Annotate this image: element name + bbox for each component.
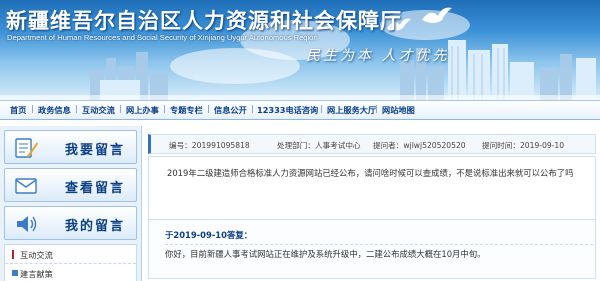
mail-envelope-icon (15, 178, 37, 194)
sidebar: 我要留言 查看留言 我的留言 互动交流 建言献策 (0, 126, 142, 281)
sidebar-item-label: 建言献策 (20, 269, 53, 279)
nav-separator: | (31, 103, 34, 113)
question-text: 2019年二级建造师合格标准人力资源网站已经公布，请问啥时候可以查成绩，不是说标… (167, 168, 574, 178)
list-marker (12, 250, 14, 259)
view-messages-button[interactable]: 查看留言 (4, 168, 137, 202)
city-skyline-image (0, 40, 600, 100)
sidebar-item-label: 互动交流 (20, 250, 53, 260)
my-messages-button[interactable]: 我的留言 (4, 206, 137, 240)
pencil-notepad-icon (15, 138, 38, 158)
site-title: 新疆维吾尔自治区人力资源和社会保障厅 (6, 9, 402, 33)
nav-separator: | (163, 103, 166, 113)
banner-slogan: 民生为本 人才优先 (306, 48, 450, 64)
nav-separator: | (375, 103, 378, 113)
site-subtitle: Department of Human Resources and Social… (7, 33, 318, 42)
my-messages-label: 我的留言 (65, 219, 126, 234)
nav-info-disclosure[interactable]: 信息公开 (214, 104, 247, 116)
nav-separator: | (207, 103, 210, 113)
question-author: 提问者：wjlwj520520520 (373, 141, 466, 150)
nav-government-info[interactable]: 政务信息 (38, 104, 71, 116)
nav-12333-hotline[interactable]: 12333电话咨询 (257, 104, 318, 116)
nav-special-topics[interactable]: 专题专栏 (170, 104, 203, 116)
main-navigation: 首页 | 政务信息 | 互动交流 | 网上办事 | 专题专栏 | 信息公开 | … (0, 100, 600, 120)
nav-separator: | (320, 103, 323, 113)
question-panel: 2019年二级建造师合格标准人力资源网站已经公布，请问啥时候可以查成绩，不是说标… (148, 156, 596, 226)
nav-interaction[interactable]: 互动交流 (82, 104, 115, 116)
list-bullet (12, 270, 18, 276)
message-detail: 编号：201991095818 处理部门：人事考试中心 提问者：wjlwj520… (148, 126, 596, 281)
message-meta-bar: 编号：201991095818 处理部门：人事考试中心 提问者：wjlwj520… (148, 134, 596, 154)
nav-service-hall[interactable]: 网上服务大厅 (327, 104, 376, 116)
answer-panel: 于2019-09-10答复： 你好，目前新疆人事考试网站正在维护及系统升级中，二… (148, 219, 596, 279)
nav-site-map[interactable]: 网站地图 (382, 104, 415, 116)
nav-online-service[interactable]: 网上办事 (126, 104, 159, 116)
question-date: 提问时间：2019-09-10 (482, 141, 565, 150)
leave-message-button[interactable]: 我要留言 (4, 130, 137, 164)
nav-home[interactable]: 首页 (10, 104, 26, 116)
sidebar-item-suggestions[interactable]: 建言献策 (5, 264, 136, 281)
leave-message-label: 我要留言 (65, 143, 126, 158)
nav-separator: | (119, 103, 122, 113)
nav-separator: | (251, 103, 254, 113)
answer-text: 你好，目前新疆人事考试网站正在维护及系统升级中，二建公布成绩大概在10月中旬。 (165, 249, 486, 259)
sidebar-item-interaction[interactable]: 互动交流 (5, 245, 136, 264)
answer-divider (165, 244, 593, 245)
view-messages-label: 查看留言 (65, 181, 126, 196)
site-banner: 新疆维吾尔自治区人力资源和社会保障厅 Department of Human R… (0, 0, 600, 100)
nav-separator: | (75, 103, 78, 113)
speaker-icon (17, 216, 37, 232)
sidebar-link-list: 互动交流 建言献策 (4, 244, 137, 281)
answer-heading: 于2019-09-10答复： (165, 230, 253, 240)
message-number: 编号：201991095818 (169, 141, 250, 150)
handling-department: 处理部门：人事考试中心 (277, 141, 361, 150)
dove-icon (422, 7, 452, 23)
